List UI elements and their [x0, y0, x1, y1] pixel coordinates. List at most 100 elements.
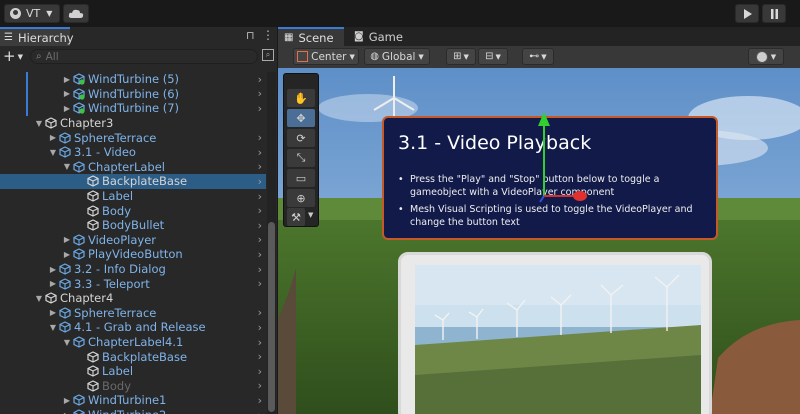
hierarchy-row[interactable]: ▼ Chapter4 — [0, 291, 266, 306]
tab-game[interactable]: ◙ Game — [348, 27, 414, 46]
play-button[interactable] — [735, 4, 759, 23]
rect-tool-button[interactable]: ▭ — [287, 169, 315, 187]
tab-hierarchy[interactable]: ☰ Hierarchy — [0, 27, 74, 46]
hierarchy-row[interactable]: ▶ VideoPlayer › — [0, 233, 266, 248]
hierarchy-row[interactable]: Body › — [0, 203, 266, 218]
hierarchy-row[interactable]: ▶ WindTurbine (6) › — [0, 87, 266, 102]
open-prefab-chevron-icon[interactable]: › — [258, 263, 262, 276]
scene-viewport[interactable]: ✋ ✥ ⟳ ⤡ ▭ ⊕ ⚒ ▼ 3.1 - Video Playback • P… — [278, 68, 800, 414]
chevron-down-icon[interactable]: ▼ — [308, 211, 313, 219]
expand-right-arrow-icon[interactable]: ▶ — [48, 279, 58, 288]
open-prefab-chevron-icon[interactable]: › — [258, 87, 262, 100]
hierarchy-row[interactable]: BackplateBase › — [0, 174, 266, 189]
lock-icon[interactable]: ⊓ — [246, 29, 255, 42]
snap-icon: ⊟ — [485, 51, 494, 62]
expand-right-arrow-icon[interactable]: ▶ — [48, 133, 58, 142]
hierarchy-row[interactable]: Label › — [0, 189, 266, 204]
filter-icon[interactable]: ⌕ — [262, 49, 274, 61]
increment-snap-button[interactable]: ⊟ ▼ — [478, 48, 508, 65]
more-options-icon[interactable]: ⋮ — [262, 28, 274, 42]
account-button[interactable]: VT ▼ — [4, 4, 60, 23]
move-gizmo[interactable] — [500, 104, 590, 204]
expand-right-arrow-icon[interactable]: ▶ — [62, 104, 72, 113]
open-prefab-chevron-icon[interactable]: › — [258, 233, 262, 246]
open-prefab-chevron-icon[interactable]: › — [258, 306, 262, 319]
open-prefab-chevron-icon[interactable]: › — [258, 131, 262, 144]
hierarchy-row[interactable]: ▶ WindTurbine2 › — [0, 408, 266, 414]
open-prefab-chevron-icon[interactable]: › — [258, 175, 262, 188]
open-prefab-chevron-icon[interactable]: › — [258, 248, 262, 261]
hierarchy-row[interactable]: ▶ WindTurbine1 › — [0, 393, 266, 408]
open-prefab-chevron-icon[interactable]: › — [258, 394, 262, 407]
hierarchy-row[interactable]: ▶ SphereTerrace › — [0, 306, 266, 321]
tab-scene[interactable]: ▦ Scene — [278, 27, 344, 46]
add-button[interactable]: + ▼ — [3, 48, 27, 65]
hierarchy-row[interactable]: Label › — [0, 364, 266, 379]
grid-snapping-button[interactable]: ⊞ ▼ — [446, 48, 476, 65]
render-settings-button[interactable]: ⊷ ▼ — [522, 48, 554, 65]
hierarchy-scrollbar[interactable] — [267, 72, 276, 414]
expand-right-arrow-icon[interactable]: ▶ — [62, 411, 72, 414]
expand-right-arrow-icon[interactable]: ▶ — [62, 89, 72, 98]
hierarchy-row[interactable]: ▶ 3.2 - Info Dialog › — [0, 262, 266, 277]
scrollbar-thumb[interactable] — [268, 222, 275, 412]
hand-icon: ✋ — [294, 91, 308, 105]
hand-tool-button[interactable]: ✋ — [287, 89, 315, 107]
expand-down-arrow-icon[interactable]: ▼ — [48, 323, 58, 332]
move-tool-button[interactable]: ✥ — [287, 109, 315, 127]
expand-down-arrow-icon[interactable]: ▼ — [62, 162, 72, 171]
expand-down-arrow-icon[interactable]: ▼ — [34, 294, 44, 303]
space-mode-dropdown[interactable]: ◍ Global ▼ — [364, 48, 430, 65]
hierarchy-row-label: BackplateBase — [102, 349, 188, 364]
pause-button[interactable] — [762, 4, 786, 23]
expand-right-arrow-icon[interactable]: ▶ — [62, 235, 72, 244]
open-prefab-chevron-icon[interactable]: › — [258, 190, 262, 203]
open-prefab-chevron-icon[interactable]: › — [258, 146, 262, 159]
hierarchy-row[interactable]: BodyBullet › — [0, 218, 266, 233]
expand-right-arrow-icon[interactable]: ▶ — [62, 75, 72, 84]
open-prefab-chevron-icon[interactable]: › — [258, 350, 262, 363]
open-prefab-chevron-icon[interactable]: › — [258, 219, 262, 232]
gamepad-icon: ◙ — [354, 31, 364, 42]
hierarchy-row[interactable]: ▶ SphereTerrace › — [0, 130, 266, 145]
video-player-screen[interactable] — [398, 252, 712, 414]
custom-tool-button[interactable]: ⚒ — [287, 208, 305, 226]
hierarchy-row[interactable]: ▼ 4.1 - Grab and Release › — [0, 320, 266, 335]
hierarchy-search-input[interactable]: ⌕ All — [30, 49, 258, 64]
expand-right-arrow-icon[interactable]: ▶ — [62, 250, 72, 259]
open-prefab-chevron-icon[interactable]: › — [258, 73, 262, 86]
hierarchy-row[interactable]: ▼ Chapter3 — [0, 116, 266, 131]
expand-right-arrow-icon[interactable]: ▶ — [62, 396, 72, 405]
hierarchy-row[interactable]: ▼ ChapterLabel › — [0, 160, 266, 175]
open-prefab-chevron-icon[interactable]: › — [258, 379, 262, 392]
hierarchy-row-label: Body — [102, 378, 132, 393]
open-prefab-chevron-icon[interactable]: › — [258, 277, 262, 290]
rotate-tool-button[interactable]: ⟳ — [287, 129, 315, 147]
hierarchy-row[interactable]: ▶ PlayVideoButton › — [0, 247, 266, 262]
hierarchy-row[interactable]: BackplateBase › — [0, 349, 266, 364]
expand-down-arrow-icon[interactable]: ▼ — [34, 119, 44, 128]
open-prefab-chevron-icon[interactable]: › — [258, 365, 262, 378]
scale-tool-button[interactable]: ⤡ — [287, 149, 315, 167]
open-prefab-chevron-icon[interactable]: › — [258, 204, 262, 217]
expand-right-arrow-icon[interactable]: ▶ — [48, 265, 58, 274]
pivot-mode-dropdown[interactable]: Center ▼ — [293, 48, 359, 65]
open-prefab-chevron-icon[interactable]: › — [258, 336, 262, 349]
cloud-button[interactable] — [63, 4, 89, 23]
gameobject-icon — [87, 175, 99, 188]
hierarchy-row[interactable]: ▼ ChapterLabel4.1 › — [0, 335, 266, 350]
expand-down-arrow-icon[interactable]: ▼ — [62, 338, 72, 347]
hierarchy-row[interactable]: ▶ WindTurbine (5) › — [0, 72, 266, 87]
expand-down-arrow-icon[interactable]: ▼ — [48, 148, 58, 157]
shading-mode-dropdown[interactable]: ▼ — [748, 48, 784, 65]
open-prefab-chevron-icon[interactable]: › — [258, 160, 262, 173]
open-prefab-chevron-icon[interactable]: › — [258, 102, 262, 115]
open-prefab-chevron-icon[interactable]: › — [258, 321, 262, 334]
hierarchy-row[interactable]: ▼ 3.1 - Video › — [0, 145, 266, 160]
expand-right-arrow-icon[interactable]: ▶ — [48, 308, 58, 317]
hierarchy-row[interactable]: Body › — [0, 379, 266, 394]
hierarchy-row[interactable]: ▶ WindTurbine (7) › — [0, 101, 266, 116]
hierarchy-row[interactable]: ▶ 3.3 - Teleport › — [0, 276, 266, 291]
transform-tool-button[interactable]: ⊕ — [287, 189, 315, 207]
open-prefab-chevron-icon[interactable]: › — [258, 409, 262, 414]
